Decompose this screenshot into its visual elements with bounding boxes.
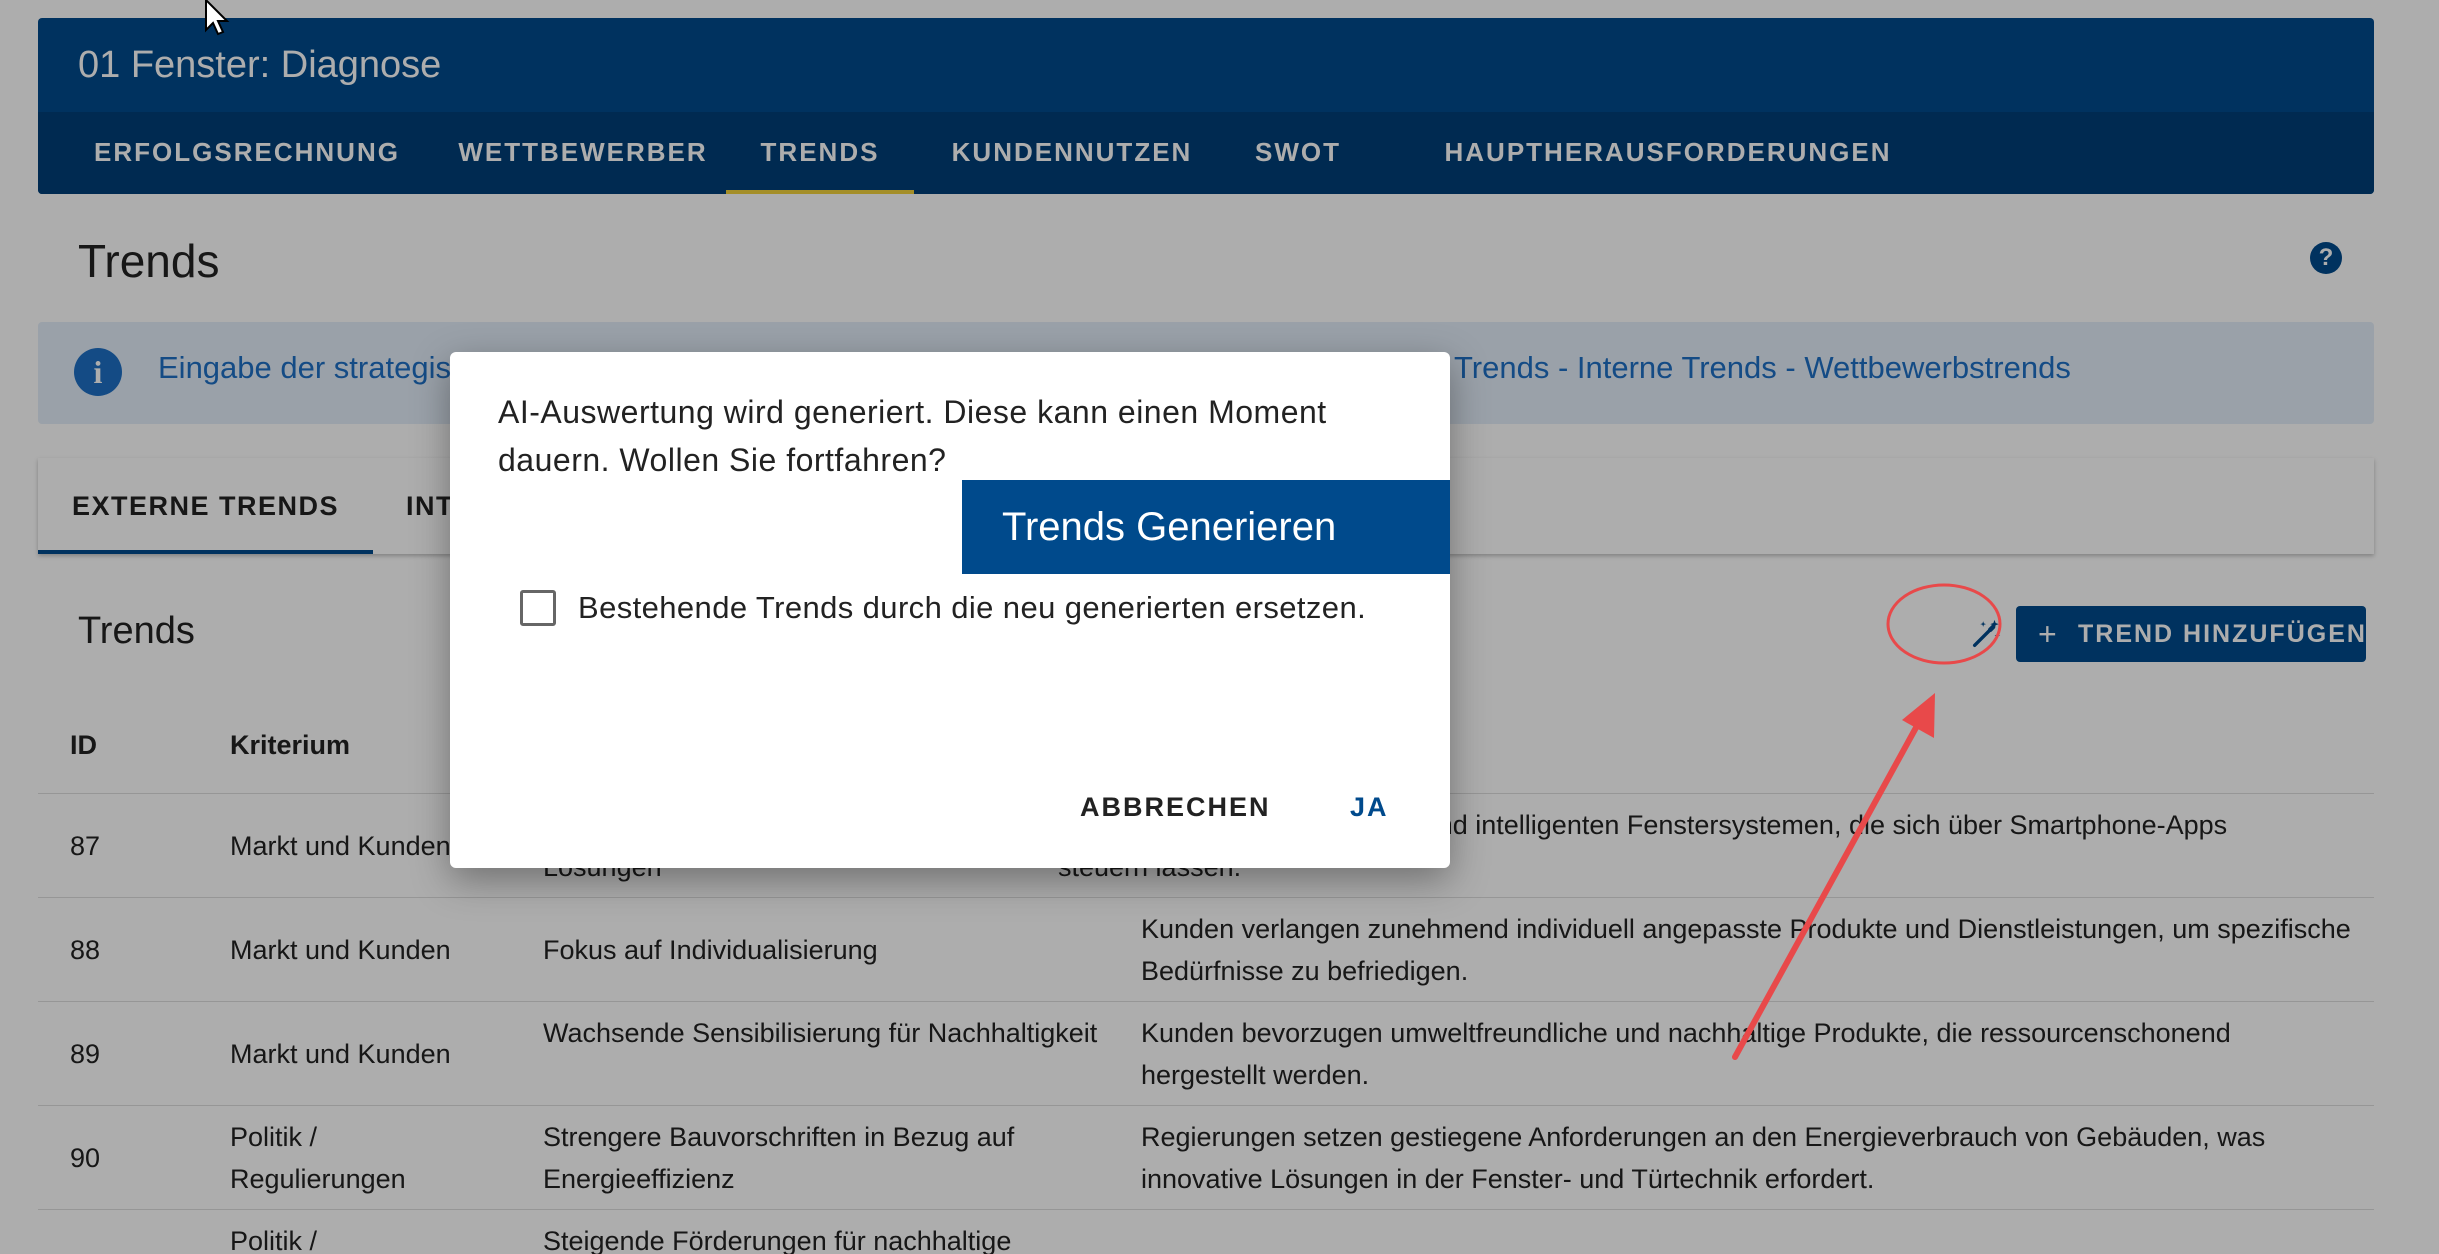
annotation-arrow-line <box>1732 721 1921 1060</box>
annotation-overlay <box>1732 583 2002 1060</box>
annotation-arrow-head <box>1902 693 1935 738</box>
mouse-cursor-icon <box>205 0 230 36</box>
annotation-circle <box>1886 583 2002 665</box>
